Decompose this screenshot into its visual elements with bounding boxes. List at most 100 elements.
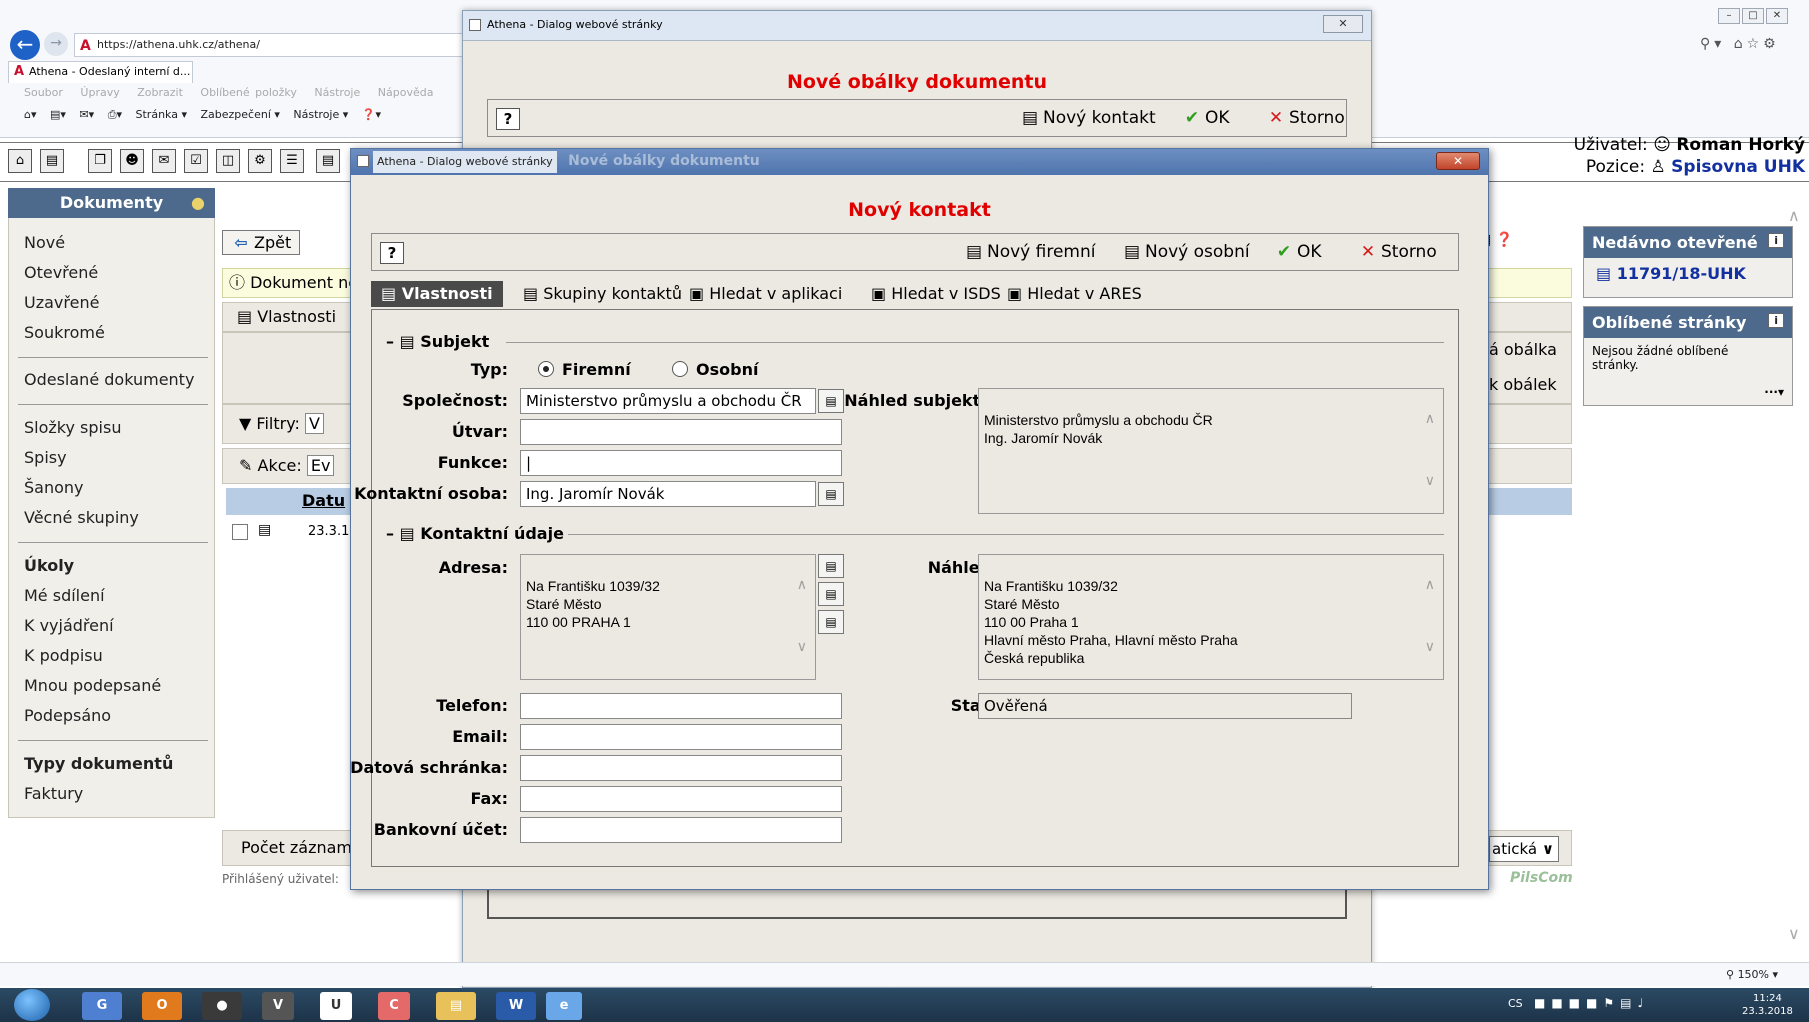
scroll-down-icon[interactable]: ∨: [797, 637, 807, 655]
scroll-up-icon[interactable]: ∧: [1788, 206, 1800, 225]
nav-tasks-header[interactable]: Úkoly: [24, 556, 74, 575]
address-bar[interactable]: A https://athena.uhk.cz/athena/: [74, 33, 474, 57]
scroll-down-icon[interactable]: ∨: [1788, 924, 1800, 943]
scroll-up-icon[interactable]: ∧: [1425, 575, 1435, 593]
browser-tab[interactable]: A Athena - Odeslaný interní d...: [8, 61, 193, 83]
cmd-page[interactable]: Stránka ▾: [136, 108, 187, 121]
nav-item-vecne-skupiny[interactable]: Věcné skupiny: [24, 508, 139, 527]
company-input[interactable]: Ministerstvo průmyslu a obchodu ČR: [520, 388, 816, 414]
subject-section-header[interactable]: – ▤ Subjekt: [386, 332, 489, 351]
zoom-level[interactable]: ⚲ 150% ▾: [1726, 968, 1778, 981]
function-input[interactable]: |: [520, 450, 842, 476]
menu-soubor[interactable]: Soubor: [24, 86, 63, 99]
taskbar-app-icon[interactable]: G: [82, 992, 122, 1020]
email-input[interactable]: [520, 724, 842, 750]
taskbar-outlook-icon[interactable]: O: [142, 992, 182, 1020]
type-person-radio[interactable]: Osobní: [672, 360, 758, 379]
ok-button[interactable]: ✔ OK: [1182, 108, 1230, 128]
menu-nastroje[interactable]: Nástroje: [314, 86, 360, 99]
databox-input[interactable]: [520, 755, 842, 781]
nav-item-podepsano[interactable]: Podepsáno: [24, 706, 111, 725]
tab-hledat-v-ares[interactable]: ▣ Hledat v ARES: [1007, 281, 1142, 307]
fax-input[interactable]: [520, 786, 842, 812]
back-button[interactable]: ⇦ Zpět: [222, 230, 301, 255]
keyboard-language[interactable]: CS: [1508, 997, 1523, 1010]
contact-section-header[interactable]: – ▤ Kontaktní údaje: [386, 524, 564, 543]
menu-napoveda[interactable]: Nápověda: [378, 86, 434, 99]
position-value[interactable]: Spisovna UHK: [1671, 157, 1805, 177]
row-checkbox[interactable]: [232, 524, 248, 540]
contact-person-lookup-icon[interactable]: ▤: [818, 482, 844, 506]
nav-item-faktury[interactable]: Faktury: [24, 784, 83, 803]
nav-item-spisy[interactable]: Spisy: [24, 448, 67, 467]
window-close-icon[interactable]: ✕: [1766, 8, 1788, 24]
address-textarea[interactable]: Na Františku 1039/32 Staré Město 110 00 …: [520, 554, 816, 680]
taskbar-word-icon[interactable]: W: [496, 992, 536, 1020]
home-icon[interactable]: ⌂▾: [24, 108, 37, 121]
help-icon[interactable]: ❓▾: [362, 108, 381, 121]
taskbar-u-icon[interactable]: U: [320, 992, 352, 1020]
cmd-tools[interactable]: Nástroje ▾: [293, 108, 348, 121]
browser-tool-icons[interactable]: ⚲▾ ⌂☆⚙: [1700, 36, 1780, 52]
stamp-icon[interactable]: ☑: [184, 149, 208, 173]
copy-icon[interactable]: ❐: [88, 149, 112, 173]
mode-select[interactable]: atická ∨: [1489, 836, 1559, 862]
nav-item-otevrene[interactable]: Otevřené: [24, 263, 98, 282]
ok-button[interactable]: ✔ OK: [1274, 242, 1322, 262]
scroll-down-icon[interactable]: ∨: [1425, 471, 1435, 489]
user-search-icon[interactable]: ☻: [120, 149, 144, 173]
date-column-header[interactable]: Datu: [302, 491, 345, 510]
nav-item-k-podpisu[interactable]: K podpisu: [24, 646, 103, 665]
actions-select[interactable]: Ev: [306, 455, 335, 476]
envelopes-list-link[interactable]: k obálek: [1489, 375, 1557, 394]
tray-icons[interactable]: ■■■■⚑▤♩: [1534, 996, 1649, 1010]
bank-account-input[interactable]: [520, 817, 842, 843]
feeds-icon[interactable]: ▤▾: [50, 108, 66, 121]
menu-oblibene[interactable]: Oblíbené položky: [200, 86, 297, 99]
nav-types-header[interactable]: Typy dokumentů: [24, 754, 173, 773]
nav-item-mnou-podepsane[interactable]: Mnou podepsané: [24, 676, 161, 695]
nav-item-soukrome[interactable]: Soukromé: [24, 323, 105, 342]
address-search-icon[interactable]: ▤: [818, 582, 844, 606]
inbox-icon[interactable]: ✉: [152, 149, 176, 173]
minimize-icon[interactable]: –: [1718, 8, 1740, 24]
new-contact-button[interactable]: ▤ Nový kontakt: [1020, 108, 1156, 128]
nav-item-nove[interactable]: Nové: [24, 233, 65, 252]
info-icon[interactable]: i: [1768, 313, 1784, 328]
address-edit-icon[interactable]: ▤: [818, 610, 844, 634]
help-icon[interactable]: ?: [380, 242, 404, 264]
taskbar-ie-icon[interactable]: e: [546, 992, 582, 1020]
tab-skupiny-kontaktu[interactable]: ▤ Skupiny kontaktů: [523, 281, 682, 307]
taskbar-clock[interactable]: 11:24 23.3.2018: [1742, 992, 1793, 1018]
tab-hledat-v-isds[interactable]: ▣ Hledat v ISDS: [871, 281, 1001, 307]
cancel-button[interactable]: ✕ Storno: [1266, 108, 1345, 128]
back-arrow-icon[interactable]: ←: [10, 30, 40, 60]
nav-item-uzavrene[interactable]: Uzavřené: [24, 293, 99, 312]
archive-icon[interactable]: ◫: [216, 149, 240, 173]
help-icon[interactable]: ?: [496, 108, 520, 130]
tab-vlastnosti[interactable]: ▤ Vlastnosti: [371, 281, 503, 307]
cancel-button[interactable]: ✕ Storno: [1358, 242, 1437, 262]
unit-input[interactable]: [520, 419, 842, 445]
menu-upravy[interactable]: Úpravy: [80, 86, 119, 99]
nav-item-odeslane[interactable]: Odeslané dokumenty: [24, 370, 194, 389]
company-lookup-icon[interactable]: ▤: [818, 389, 844, 413]
forward-arrow-icon[interactable]: →: [44, 32, 68, 56]
report-icon[interactable]: ▤: [316, 149, 340, 173]
print-icon[interactable]: ⎙▾: [108, 108, 122, 121]
favorites-more[interactable]: ···▾: [1764, 385, 1784, 399]
taskbar-c-icon[interactable]: C: [378, 992, 410, 1020]
window-close-icon[interactable]: ✕: [1436, 152, 1480, 170]
scroll-up-icon[interactable]: ∧: [1425, 409, 1435, 427]
new-envelope-link[interactable]: á obálka: [1489, 340, 1557, 359]
network-icon[interactable]: ⚙: [248, 149, 272, 173]
cmd-security[interactable]: Zabezpečení ▾: [200, 108, 279, 121]
taskbar-v-icon[interactable]: V: [262, 992, 294, 1020]
document-icon[interactable]: ▤: [40, 149, 64, 173]
nav-item-me-sdileni[interactable]: Mé sdílení: [24, 586, 105, 605]
nav-item-slozky[interactable]: Složky spisu: [24, 418, 121, 437]
new-person-button[interactable]: ▤ Nový osobní: [1122, 242, 1250, 262]
pin-icon[interactable]: ●: [191, 188, 205, 218]
contact-person-input[interactable]: Ing. Jaromír Novák: [520, 481, 816, 507]
taskbar-explorer-icon[interactable]: ▤: [436, 992, 476, 1020]
